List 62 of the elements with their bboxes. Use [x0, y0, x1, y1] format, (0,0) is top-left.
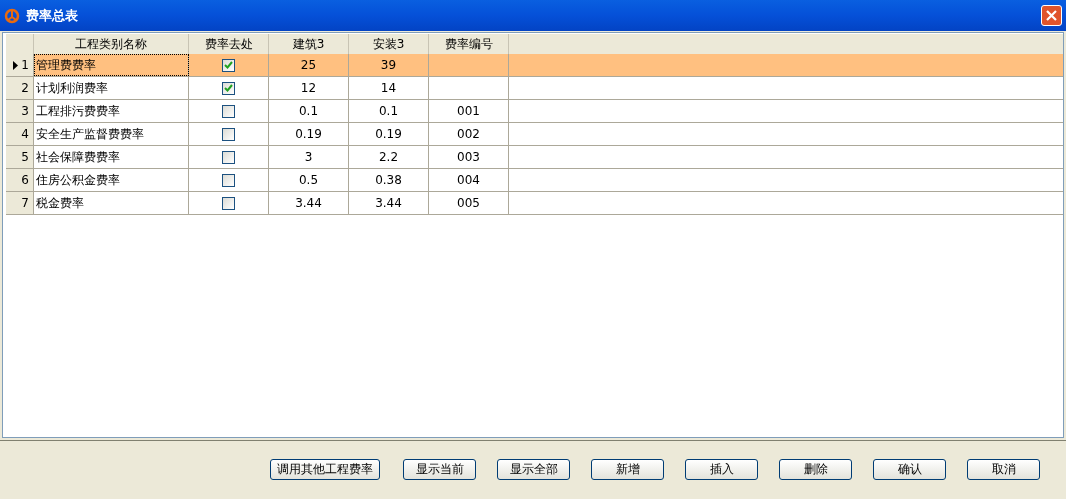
- table-cell: 住房公积金费率: [34, 169, 189, 191]
- table-cell: 管理费费率: [34, 54, 189, 76]
- table-cell: 工程排污费费率: [34, 100, 189, 122]
- row-number: 4: [21, 126, 29, 143]
- checkbox[interactable]: [222, 81, 235, 95]
- table-cell: 39: [349, 54, 429, 76]
- table-cell: 001: [429, 100, 509, 122]
- current-row-icon: [13, 60, 19, 70]
- table-cell: 002: [429, 123, 509, 145]
- checkbox[interactable]: [222, 150, 235, 164]
- table-cell: 004: [429, 169, 509, 191]
- table-cell: 12: [269, 77, 349, 99]
- action-button[interactable]: 插入: [685, 458, 758, 480]
- action-button[interactable]: 确认: [873, 458, 946, 480]
- row-number: 2: [21, 80, 29, 97]
- checkbox[interactable]: [222, 127, 235, 141]
- checkbox[interactable]: [222, 196, 235, 210]
- row-number: 1: [21, 57, 29, 74]
- table-cell: 2.2: [349, 146, 429, 168]
- window-title: 费率总表: [26, 6, 79, 25]
- close-button[interactable]: [1041, 5, 1062, 26]
- app-icon: [4, 7, 20, 24]
- row-header[interactable]: 6: [6, 169, 34, 191]
- action-button[interactable]: 删除: [779, 458, 852, 480]
- table-cell: 0.1: [269, 100, 349, 122]
- row-header[interactable]: 2: [6, 77, 34, 99]
- table-cell: 安全生产监督费费率: [34, 123, 189, 145]
- row-header[interactable]: 5: [6, 146, 34, 168]
- row-number: 6: [21, 172, 29, 189]
- check-icon: [224, 61, 233, 69]
- table-cell: 税金费率: [34, 192, 189, 214]
- action-button[interactable]: 取消: [967, 458, 1040, 480]
- checkbox[interactable]: [222, 58, 235, 72]
- action-button[interactable]: 调用其他工程费率: [270, 458, 380, 480]
- row-header[interactable]: 3: [6, 100, 34, 122]
- table-cell: 25: [269, 54, 349, 76]
- table-cell: 3.44: [269, 192, 349, 214]
- table-cell: 0.19: [269, 123, 349, 145]
- row-number: 5: [21, 149, 29, 166]
- table-cell: 计划利润费率: [34, 77, 189, 99]
- checkbox[interactable]: [222, 104, 235, 118]
- row-number: 7: [21, 195, 29, 212]
- action-button[interactable]: 新增: [591, 458, 664, 480]
- table-cell: 14: [349, 77, 429, 99]
- action-button[interactable]: 显示当前: [403, 458, 476, 480]
- table-cell: 005: [429, 192, 509, 214]
- table-cell: 0.19: [349, 123, 429, 145]
- table-cell: 3.44: [349, 192, 429, 214]
- check-icon: [224, 84, 233, 92]
- close-icon: [1046, 10, 1057, 21]
- table-cell: 社会保障费费率: [34, 146, 189, 168]
- row-header[interactable]: 1: [6, 54, 34, 76]
- table-cell: 0.5: [269, 169, 349, 191]
- row-header[interactable]: 4: [6, 123, 34, 145]
- action-button[interactable]: 显示全部: [497, 458, 570, 480]
- row-header[interactable]: 7: [6, 192, 34, 214]
- table-cell: 0.1: [349, 100, 429, 122]
- table-cell: 3: [269, 146, 349, 168]
- table-cell: 0.38: [349, 169, 429, 191]
- row-number: 3: [21, 103, 29, 120]
- table-cell: 003: [429, 146, 509, 168]
- checkbox[interactable]: [222, 173, 235, 187]
